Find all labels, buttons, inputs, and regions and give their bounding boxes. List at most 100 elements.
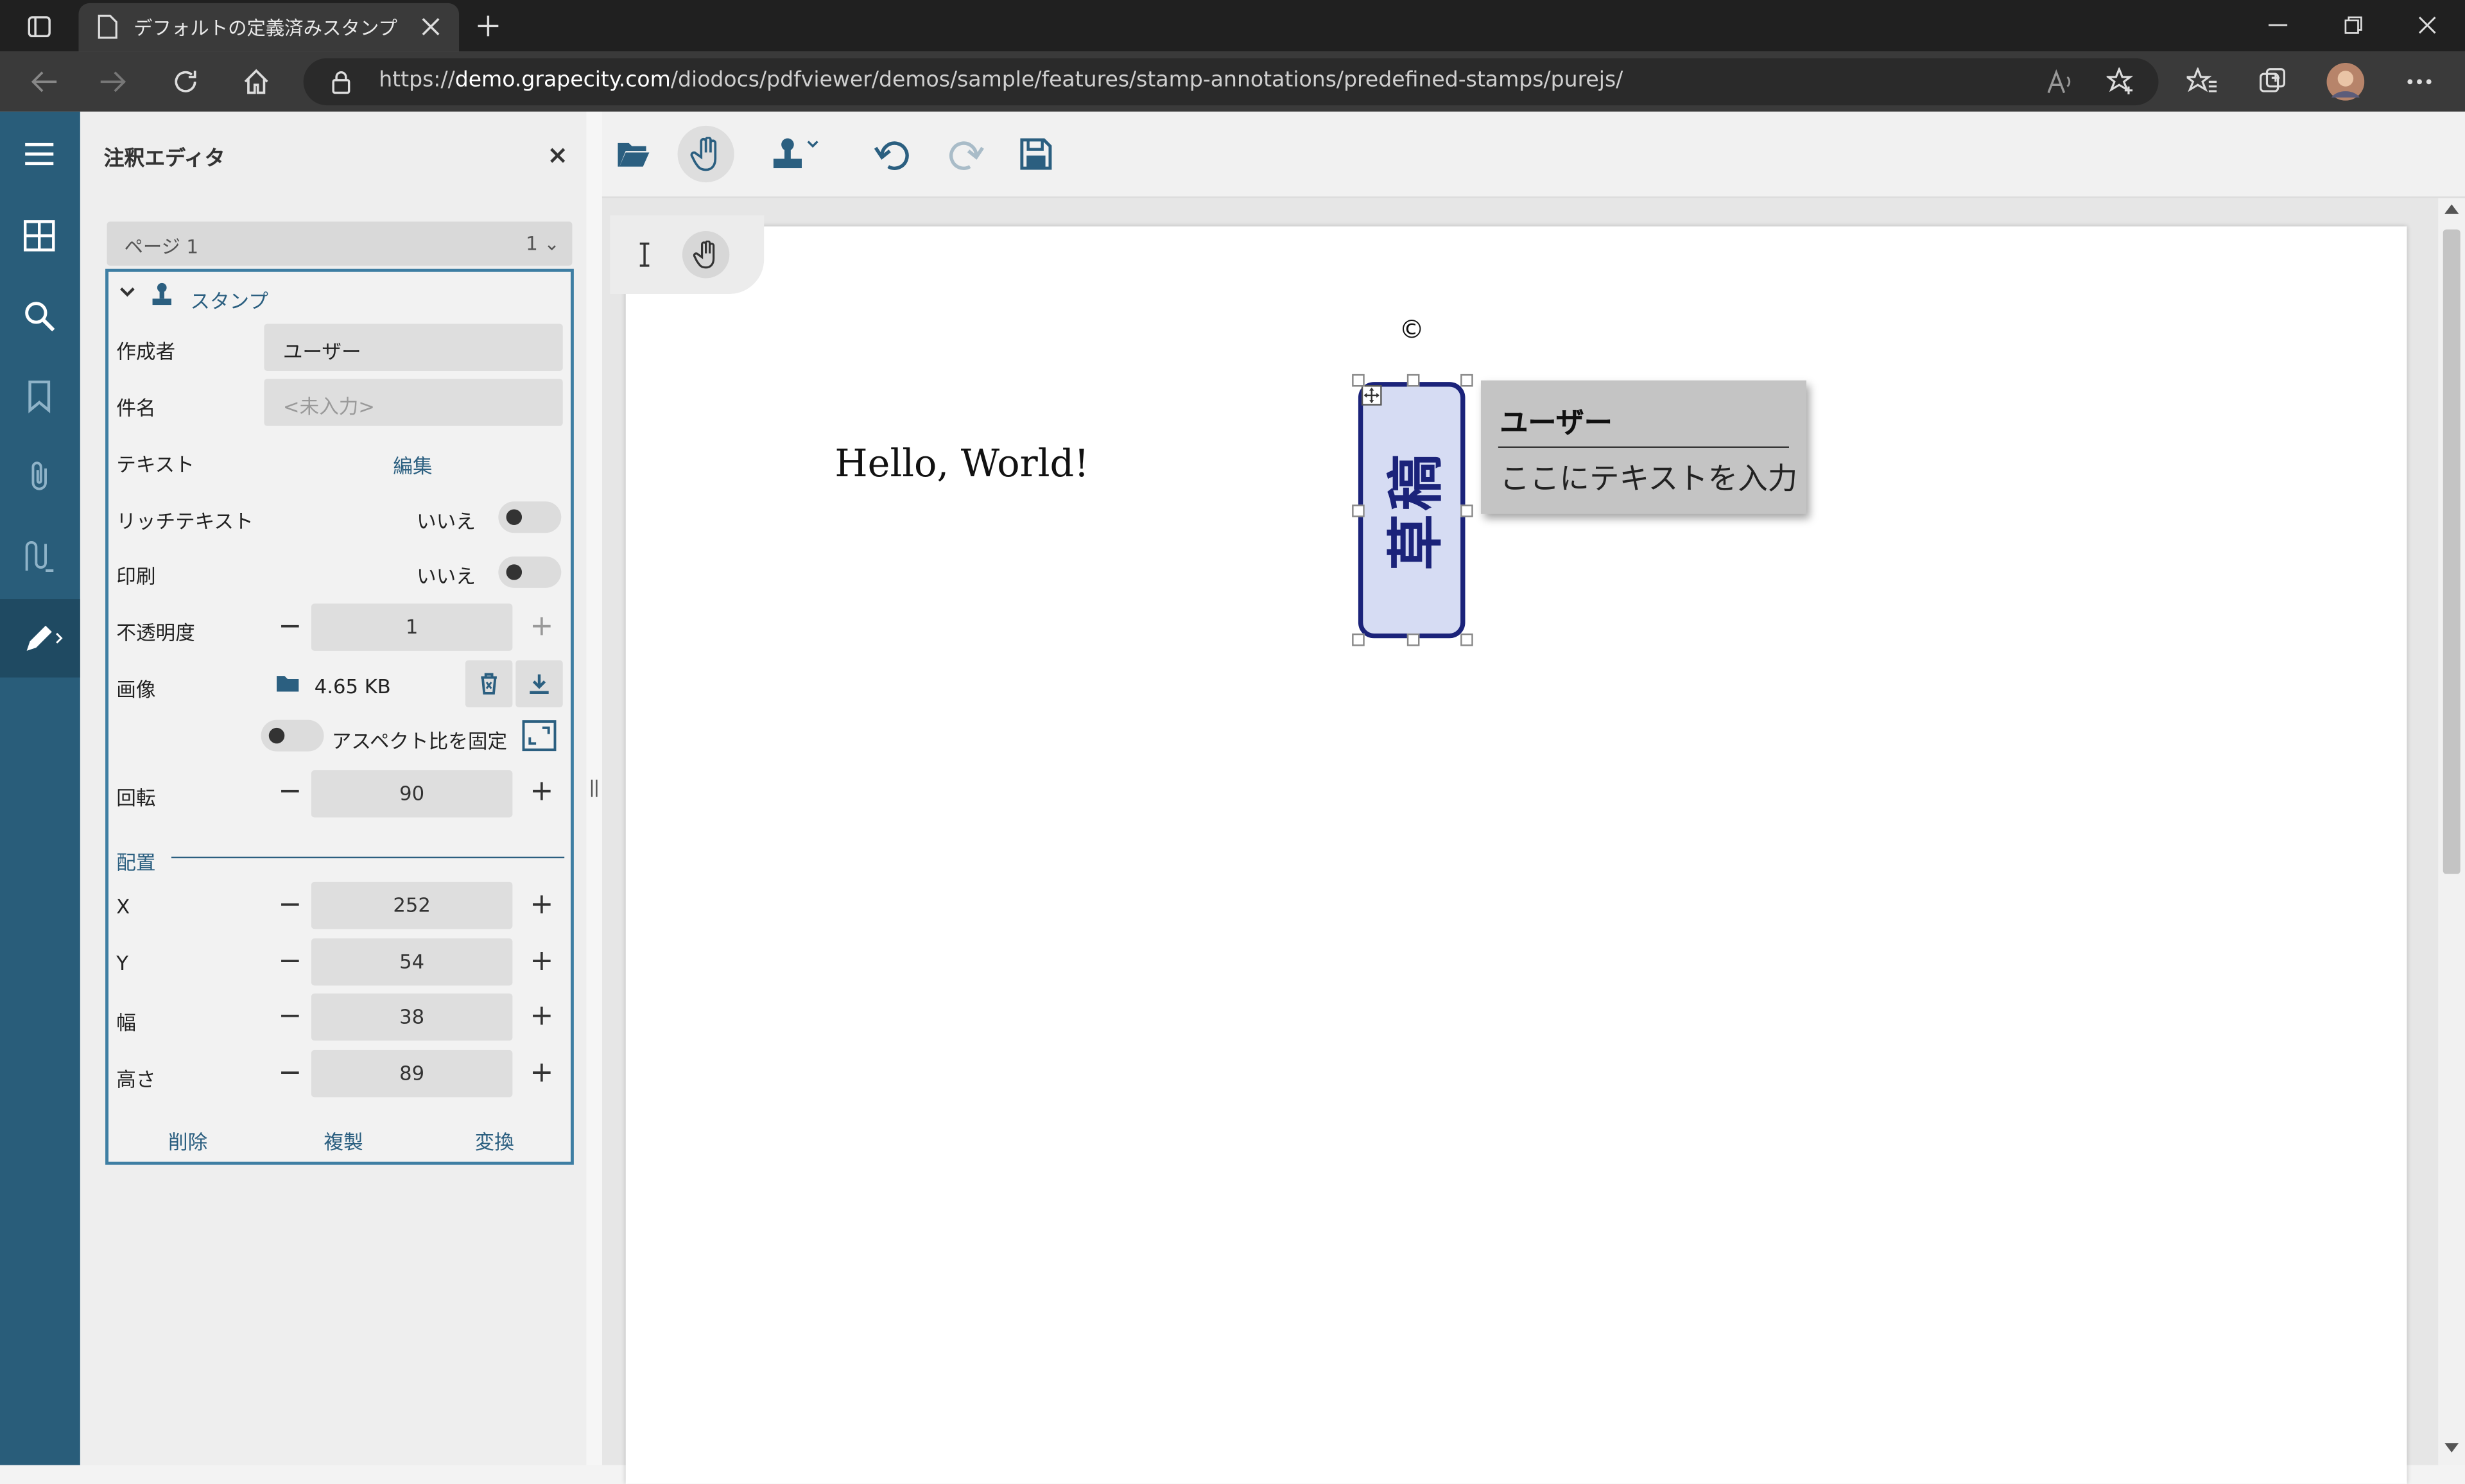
resize-handle[interactable] bbox=[1406, 633, 1420, 646]
height-input[interactable]: 89 bbox=[311, 1049, 513, 1098]
scroll-up-icon[interactable] bbox=[2444, 204, 2459, 214]
resize-icon[interactable] bbox=[522, 720, 557, 752]
resize-handle[interactable] bbox=[1460, 374, 1473, 387]
read-aloud-icon[interactable] bbox=[2047, 69, 2075, 94]
new-tab-icon[interactable] bbox=[476, 14, 500, 38]
x-label: X bbox=[116, 894, 130, 919]
avatar[interactable] bbox=[2326, 62, 2365, 101]
resize-handle[interactable] bbox=[1352, 633, 1365, 646]
width-input[interactable]: 38 bbox=[311, 993, 513, 1041]
height-decrement[interactable]: − bbox=[278, 1058, 302, 1088]
signature-icon bbox=[25, 541, 54, 572]
panel-close-button[interactable]: × bbox=[547, 140, 568, 170]
text-edit-link[interactable]: 編集 bbox=[393, 449, 432, 479]
richtext-toggle[interactable] bbox=[498, 501, 562, 533]
url-host: demo.grapecity.com bbox=[454, 67, 671, 93]
url-bar[interactable]: https://demo.grapecity.com/diodocs/pdfvi… bbox=[303, 58, 2159, 106]
image-label: 画像 bbox=[116, 677, 156, 702]
convert-button[interactable]: 変換 bbox=[475, 1125, 514, 1155]
vertical-scrollbar[interactable] bbox=[2438, 198, 2465, 1465]
sidebar-item-annotation-editor[interactable] bbox=[0, 599, 80, 678]
aspect-ratio-toggle[interactable] bbox=[261, 720, 324, 752]
favorites-icon[interactable] bbox=[2186, 67, 2218, 96]
rotation-increment[interactable]: + bbox=[530, 777, 553, 806]
resize-handle[interactable] bbox=[1406, 374, 1420, 387]
note-popup[interactable]: ユーザー ここにテキストを入力 bbox=[1480, 380, 1806, 514]
section-title: スタンプ bbox=[190, 289, 268, 313]
note-text[interactable]: ここにテキストを入力 bbox=[1500, 456, 1797, 498]
sidebar-item-bookmarks[interactable] bbox=[0, 357, 80, 435]
stamp-tool-button[interactable] bbox=[759, 126, 832, 182]
note-author: ユーザー bbox=[1500, 407, 1613, 440]
move-handle-icon[interactable] bbox=[1361, 385, 1382, 406]
delete-button[interactable]: 削除 bbox=[168, 1125, 207, 1155]
width-decrement[interactable]: − bbox=[278, 1002, 302, 1031]
resize-handle[interactable] bbox=[1352, 505, 1365, 517]
resize-handle[interactable] bbox=[1460, 633, 1473, 646]
download-image-button[interactable] bbox=[515, 660, 563, 708]
forward-icon[interactable] bbox=[99, 69, 127, 94]
rotation-handle[interactable]: © bbox=[1399, 315, 1424, 345]
sidebar-item-thumbnails[interactable] bbox=[0, 196, 80, 275]
splitter-grip[interactable] bbox=[591, 779, 598, 797]
height-increment[interactable]: + bbox=[530, 1058, 553, 1088]
browser-tab[interactable]: デフォルトの定義済みスタンプ bbox=[78, 3, 460, 52]
page-select-value: 1 ⌄ bbox=[526, 232, 560, 254]
delete-image-button[interactable] bbox=[465, 660, 513, 708]
refresh-icon[interactable] bbox=[171, 67, 200, 96]
print-toggle[interactable] bbox=[498, 556, 562, 588]
author-input[interactable]: ユーザー bbox=[264, 324, 563, 371]
subject-placeholder: <未入力> bbox=[282, 394, 375, 418]
add-favorite-icon[interactable] bbox=[2106, 67, 2135, 96]
sidebar-item-signature[interactable] bbox=[0, 517, 80, 596]
sidebar-item-attachments[interactable] bbox=[0, 437, 80, 515]
opacity-input[interactable]: 1 bbox=[311, 603, 513, 651]
sidebar-item-menu[interactable] bbox=[0, 115, 80, 193]
rotation-input[interactable]: 90 bbox=[311, 770, 513, 818]
stamp-annotation[interactable]: 草稿 bbox=[1358, 382, 1466, 639]
viewer-sidebar bbox=[0, 111, 80, 1465]
more-icon[interactable] bbox=[2407, 78, 2432, 85]
subject-input[interactable]: <未入力> bbox=[264, 379, 563, 426]
opacity-decrement[interactable]: − bbox=[278, 612, 302, 641]
home-icon[interactable] bbox=[242, 67, 270, 96]
save-button[interactable] bbox=[1008, 126, 1064, 182]
pan-button[interactable] bbox=[682, 231, 730, 279]
text-select-button[interactable] bbox=[635, 242, 653, 267]
x-input[interactable]: 252 bbox=[311, 881, 513, 929]
y-input[interactable]: 54 bbox=[311, 938, 513, 986]
restore-icon[interactable] bbox=[2344, 15, 2362, 34]
window-close-icon[interactable] bbox=[2418, 15, 2437, 34]
url-text[interactable]: https://demo.grapecity.com/diodocs/pdfvi… bbox=[379, 67, 1623, 92]
y-increment[interactable]: + bbox=[530, 947, 553, 976]
pan-tool-button[interactable] bbox=[677, 125, 734, 183]
resize-handle[interactable] bbox=[1460, 505, 1473, 517]
x-decrement[interactable]: − bbox=[278, 890, 302, 920]
collections-icon[interactable] bbox=[2259, 67, 2287, 96]
trash-icon bbox=[481, 673, 497, 695]
width-increment[interactable]: + bbox=[530, 1002, 553, 1031]
redo-button[interactable] bbox=[935, 126, 992, 182]
x-increment[interactable]: + bbox=[530, 890, 553, 920]
back-icon[interactable] bbox=[30, 69, 58, 94]
resize-handle[interactable] bbox=[1352, 374, 1365, 387]
richtext-label: リッチテキスト bbox=[116, 509, 254, 533]
undo-button[interactable] bbox=[863, 126, 920, 182]
duplicate-button[interactable]: 複製 bbox=[324, 1125, 363, 1155]
y-decrement[interactable]: − bbox=[278, 947, 302, 976]
collapse-chevron-icon[interactable] bbox=[119, 286, 135, 299]
tab-close-icon[interactable] bbox=[421, 17, 440, 36]
opacity-increment[interactable]: + bbox=[530, 612, 553, 641]
folder-icon[interactable] bbox=[275, 673, 300, 693]
open-file-button[interactable] bbox=[605, 126, 662, 182]
scroll-down-icon[interactable] bbox=[2444, 1443, 2459, 1453]
tab-actions-icon[interactable] bbox=[27, 14, 52, 39]
panel-splitter[interactable] bbox=[586, 111, 602, 1465]
rotation-decrement[interactable]: − bbox=[278, 777, 302, 806]
page-select[interactable]: ページ 1 1 ⌄ bbox=[107, 221, 573, 266]
lock-icon[interactable] bbox=[332, 71, 350, 94]
sidebar-item-search[interactable] bbox=[0, 277, 80, 355]
hand-icon bbox=[690, 137, 717, 171]
scroll-thumb[interactable] bbox=[2443, 229, 2461, 874]
minimize-icon[interactable] bbox=[2268, 24, 2288, 27]
